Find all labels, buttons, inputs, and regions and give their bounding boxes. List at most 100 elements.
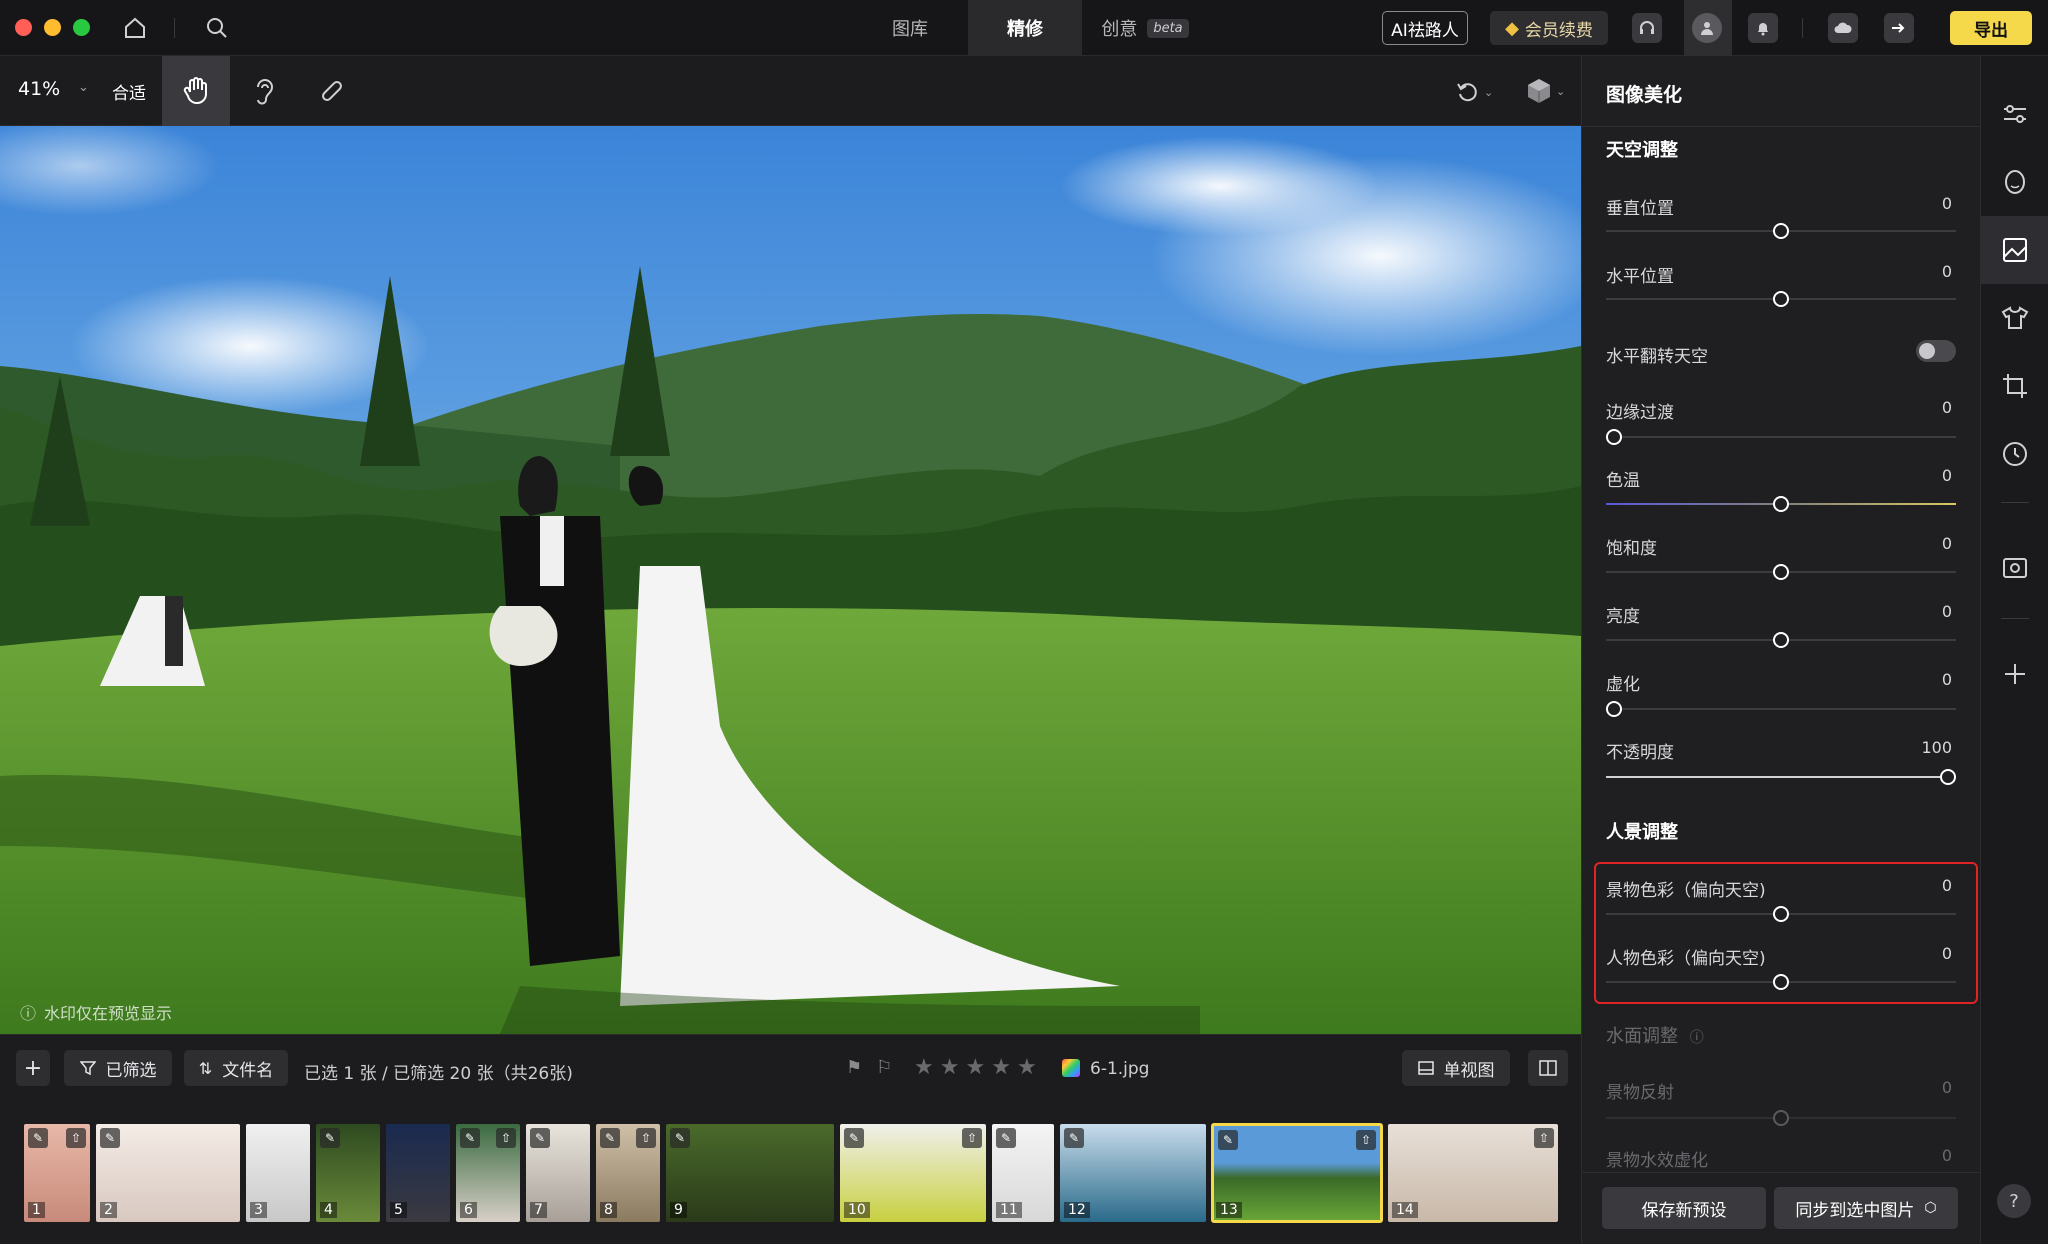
edge-transition-value: 0: [1941, 398, 1952, 417]
share-arrow-icon[interactable]: [1884, 13, 1914, 43]
maximize-window-button[interactable]: [73, 19, 90, 36]
person-color-value: 0: [1941, 944, 1952, 963]
star-icon[interactable]: ★: [914, 1055, 934, 1080]
member-renew-button[interactable]: ◆ 会员续费: [1490, 11, 1608, 45]
minimize-window-button[interactable]: [44, 19, 61, 36]
image-beautify-icon[interactable]: [1981, 216, 2048, 284]
tab-gallery[interactable]: 图库: [860, 0, 960, 56]
add-button[interactable]: +: [16, 1050, 50, 1086]
thumbnail-selected[interactable]: ✎ ⇧ 13: [1211, 1123, 1383, 1223]
slider-knob[interactable]: [1606, 701, 1622, 717]
ear-tool-icon[interactable]: [230, 56, 298, 126]
rotate-icon[interactable]: ⌄: [1456, 78, 1498, 106]
photo-canvas[interactable]: ⓘ 水印仅在预览显示: [0, 126, 1581, 1034]
opacity-slider[interactable]: [1606, 769, 1956, 785]
thumbnail[interactable]: ✎ ⇧ 6: [456, 1124, 520, 1222]
scene-color-slider[interactable]: [1606, 906, 1956, 922]
flip-sky-toggle[interactable]: [1916, 340, 1956, 362]
export-button[interactable]: 导出: [1950, 11, 2032, 45]
help-circle-icon[interactable]: ⓘ: [1690, 1030, 1704, 1046]
canvas-toolbar: 41% ⌄ 合适 ⌄ ⌄: [0, 56, 1581, 126]
thumbnail[interactable]: ✎ 11: [992, 1124, 1054, 1222]
headset-icon[interactable]: [1632, 13, 1662, 43]
settings-hex-icon[interactable]: ⬡: [1924, 1200, 1936, 1216]
search-icon[interactable]: [202, 13, 232, 43]
export-mark-icon: ⇧: [962, 1128, 982, 1148]
thumbnail[interactable]: ✎ 9: [666, 1124, 834, 1222]
add-tool-icon[interactable]: [1981, 640, 2048, 708]
thumbnail[interactable]: ✎ 4: [316, 1124, 380, 1222]
help-icon[interactable]: ?: [1997, 1184, 2031, 1218]
cloud-icon[interactable]: [1828, 13, 1858, 43]
sync-selected-button[interactable]: 同步到选中图片 ⬡: [1774, 1187, 1958, 1229]
save-preset-button[interactable]: 保存新预设: [1602, 1187, 1766, 1229]
history-clock-icon[interactable]: [1981, 420, 2048, 488]
slider-knob[interactable]: [1773, 496, 1789, 512]
star-icon[interactable]: ★: [991, 1055, 1011, 1080]
slider-knob[interactable]: [1773, 291, 1789, 307]
thumbnail[interactable]: 5: [386, 1124, 450, 1222]
color-temperature-value: 0: [1941, 466, 1952, 485]
blur-slider[interactable]: [1606, 701, 1956, 717]
thumbnail[interactable]: ⇧ 14: [1388, 1124, 1558, 1222]
vertical-position-slider[interactable]: [1606, 223, 1956, 239]
slider-knob[interactable]: [1773, 906, 1789, 922]
tab-retouch[interactable]: 精修: [968, 0, 1082, 56]
bell-icon[interactable]: [1748, 13, 1778, 43]
saturation-slider[interactable]: [1606, 564, 1956, 580]
crop-icon[interactable]: [1981, 352, 2048, 420]
slider-knob[interactable]: [1773, 1110, 1789, 1126]
flag-icon[interactable]: ⚑: [846, 1057, 862, 1078]
color-temperature-slider[interactable]: [1606, 496, 1956, 512]
thumbnail[interactable]: ✎ 2: [96, 1124, 240, 1222]
slider-knob[interactable]: [1773, 564, 1789, 580]
tab-creative[interactable]: 创意 beta: [1090, 0, 1200, 56]
avatar[interactable]: [1692, 13, 1722, 43]
single-view-button[interactable]: 单视图: [1402, 1050, 1510, 1086]
person-color-slider[interactable]: [1606, 974, 1956, 990]
thumbnail[interactable]: ✎ 12: [1060, 1124, 1206, 1222]
thumbnail[interactable]: ✎ 7: [526, 1124, 590, 1222]
thumbnail[interactable]: 3: [246, 1124, 310, 1222]
horizontal-position-slider[interactable]: [1606, 291, 1956, 307]
chevron-down-icon[interactable]: ⌄: [78, 80, 89, 95]
home-icon[interactable]: [120, 13, 150, 43]
color-label-icon[interactable]: [1062, 1059, 1080, 1077]
divider: [1582, 126, 1981, 127]
thumbnail[interactable]: ✎ ⇧ 1: [24, 1124, 90, 1222]
zoom-level[interactable]: 41%: [18, 78, 60, 100]
star-icon[interactable]: ★: [1017, 1055, 1037, 1080]
thumbnail[interactable]: ✎ ⇧ 8: [596, 1124, 660, 1222]
slider-knob[interactable]: [1940, 769, 1956, 785]
slider-knob[interactable]: [1773, 974, 1789, 990]
star-rating[interactable]: ★ ★ ★ ★ ★: [914, 1055, 1037, 1080]
fit-button[interactable]: 合适: [112, 79, 146, 104]
tshirt-icon[interactable]: [1981, 284, 2048, 352]
slider-knob[interactable]: [1773, 223, 1789, 239]
scene-reflection-label: 景物反射: [1606, 1083, 1674, 1103]
ai-remove-passerby-button[interactable]: AI祛路人: [1382, 11, 1468, 45]
divider: [1802, 18, 1803, 38]
sort-button[interactable]: ⇅ 文件名: [184, 1050, 288, 1086]
saturation-value: 0: [1941, 534, 1952, 553]
sliders-icon[interactable]: [1981, 80, 2048, 148]
star-icon[interactable]: ★: [965, 1055, 985, 1080]
star-icon[interactable]: ★: [940, 1055, 960, 1080]
scene-reflection-slider[interactable]: [1606, 1110, 1956, 1126]
slider-knob[interactable]: [1773, 632, 1789, 648]
edge-transition-slider[interactable]: [1606, 429, 1956, 445]
bandage-tool-icon[interactable]: [298, 56, 366, 126]
hand-tool-icon[interactable]: [162, 56, 230, 126]
compare-view-button[interactable]: [1528, 1050, 1568, 1086]
close-window-button[interactable]: [15, 19, 32, 36]
face-icon[interactable]: [1981, 148, 2048, 216]
flip-sky-label: 水平翻转天空: [1606, 347, 1708, 367]
thumbnail[interactable]: ✎ ⇧ 10: [840, 1124, 986, 1222]
reject-flag-icon[interactable]: ⚐: [876, 1057, 892, 1078]
filter-button[interactable]: 已筛选: [64, 1050, 172, 1086]
cube-icon[interactable]: ⌄: [1526, 76, 1568, 106]
brightness-slider[interactable]: [1606, 632, 1956, 648]
slider-knob[interactable]: [1606, 429, 1622, 445]
watermark-icon[interactable]: [1981, 534, 2048, 602]
edit-icon: ✎: [844, 1128, 864, 1148]
